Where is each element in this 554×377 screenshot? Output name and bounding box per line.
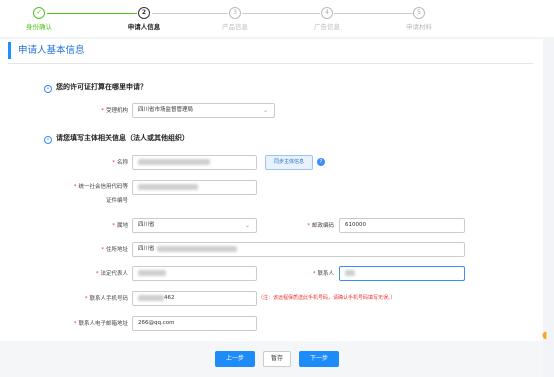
authority-label: * 受理机构 <box>101 108 128 114</box>
redacted-text <box>138 158 210 165</box>
chevron-down-icon: ⌄ <box>262 107 268 114</box>
section-title: 您的许可证打算在哪里申请？ <box>56 83 147 91</box>
applicant-form-card: 申请人基本信息 • 您的许可证打算在哪里申请？ * 受理机构 四川省市场监督管理局 ⌄… <box>0 39 543 377</box>
info-icon: • <box>44 136 52 144</box>
required-mark: * <box>307 223 310 229</box>
side-float-icon[interactable]: ◖ <box>542 330 554 350</box>
credit-code-field[interactable] <box>132 180 257 195</box>
step-number: 2 <box>138 7 150 19</box>
region-label: * 属地 <box>112 223 128 229</box>
required-mark: * <box>112 160 115 166</box>
required-mark: * <box>95 271 99 277</box>
required-mark: * <box>101 247 104 253</box>
email-label: * 联系人电子邮箱地址 <box>73 321 128 327</box>
step-product[interactable]: 3 产品信息 <box>200 7 270 31</box>
section-application-place: • 您的许可证打算在哪里申请？ <box>44 82 147 93</box>
required-mark: * <box>312 271 316 277</box>
save-draft-button[interactable]: 暂存 <box>263 351 291 367</box>
step-label: 身份确认 <box>26 23 52 31</box>
redacted-text <box>345 269 355 276</box>
authority-select[interactable]: 四川省市场监督管理局 ⌄ <box>132 103 275 118</box>
name-label: * 名称 <box>112 160 128 166</box>
redacted-text <box>138 183 198 190</box>
name-field[interactable] <box>132 155 257 170</box>
info-icon: • <box>44 85 52 93</box>
required-mark: * <box>101 108 104 114</box>
postal-code-field[interactable]: 610000 <box>339 218 465 233</box>
step-progress-bar: ✓ 身份确认 2 申请人信息 3 产品信息 4 广告信息 5 申请材料 <box>0 0 554 37</box>
step-label: 申请人信息 <box>127 23 161 31</box>
redacted-text <box>138 294 164 301</box>
step-label: 广告信息 <box>314 23 340 31</box>
phone-label: * 联系人手机号码 <box>84 296 128 302</box>
step-number: 5 <box>413 7 425 19</box>
help-icon[interactable]: ? <box>317 158 325 166</box>
section-title: 请您填写主体相关信息（法人或其他组织） <box>56 134 189 142</box>
redacted-text <box>138 269 166 276</box>
phone-field[interactable]: 462 <box>132 291 257 306</box>
address-field[interactable]: 四川省 <box>132 242 465 257</box>
required-mark: * <box>73 321 77 327</box>
step-number: 4 <box>321 7 333 19</box>
chevron-down-icon: ⌄ <box>244 222 250 229</box>
check-icon: ✓ <box>33 7 45 19</box>
credit-code-label: * 统一社会信用代码等 <box>73 184 128 190</box>
prev-step-button[interactable]: 上一步 <box>215 351 255 367</box>
address-label: * 住所地址 <box>101 247 128 253</box>
contact-label: * 联系人 <box>312 271 334 277</box>
required-mark: * <box>73 184 77 190</box>
section-entity-info: • 请您填写主体相关信息（法人或其他组织） <box>44 133 189 144</box>
step-advertising[interactable]: 4 广告信息 <box>292 7 362 31</box>
form-footer: 上一步 暂存 下一步 <box>0 341 543 377</box>
page-title: 申请人基本信息 <box>8 42 85 59</box>
next-step-button[interactable]: 下一步 <box>299 351 339 367</box>
email-field[interactable]: 266@qq.com <box>132 316 257 331</box>
contact-field[interactable] <box>339 266 465 281</box>
step-number: 3 <box>229 7 241 19</box>
legal-rep-label: * 法定代表人 <box>95 271 128 277</box>
phone-note: （注：该远程保质送此手机号码，请确认手机号码填写无误。） <box>258 295 396 301</box>
step-label: 产品信息 <box>222 23 248 31</box>
region-select[interactable]: 四川省 ⌄ <box>132 218 257 233</box>
step-identity[interactable]: ✓ 身份确认 <box>4 7 74 31</box>
step-label: 申请材料 <box>406 23 432 31</box>
required-mark: * <box>84 296 88 302</box>
required-mark: * <box>112 223 115 229</box>
legal-rep-field[interactable] <box>132 266 257 281</box>
step-materials[interactable]: 5 申请材料 <box>384 7 454 31</box>
credit-code-label-line2: 证件编号 <box>105 198 128 204</box>
sync-entity-button[interactable]: 同步主体信息 <box>265 155 313 170</box>
redacted-text <box>156 245 237 252</box>
postal-code-label: * 邮政编码 <box>307 223 334 229</box>
divider <box>8 63 533 64</box>
step-applicant[interactable]: 2 申请人信息 <box>109 7 179 31</box>
